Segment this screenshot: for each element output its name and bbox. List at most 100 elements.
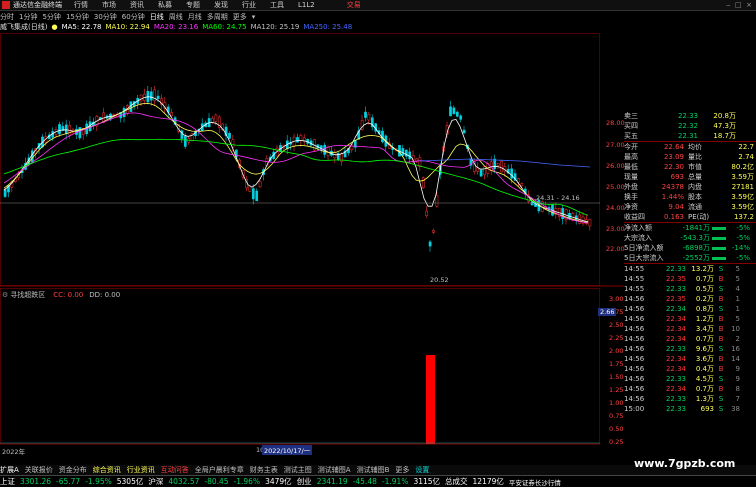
tab-industry-news[interactable]: 行业资讯 <box>127 465 155 475</box>
flow-row: 净流入额 -1841万 -5% <box>624 223 756 233</box>
tab-intraday[interactable]: 分时 <box>0 12 14 22</box>
candle <box>421 177 425 189</box>
stat-label: 现量 <box>624 173 638 181</box>
sh-index-label[interactable]: 上证 <box>0 476 15 487</box>
flow-label: 5日大宗流入 <box>624 254 664 262</box>
menu-item-private[interactable]: 私募 <box>158 0 172 10</box>
menu-item-quotes[interactable]: 行情 <box>74 0 88 10</box>
menu-item-l1l2[interactable]: L1L2 <box>298 1 315 9</box>
tab-fund-distribution[interactable]: 资金分布 <box>59 465 87 475</box>
menu-item-news[interactable]: 资讯 <box>130 0 144 10</box>
date-axis-start: 2022年 <box>2 448 26 456</box>
tick-side: B <box>718 325 724 333</box>
candle <box>415 158 418 162</box>
tab-extend-a[interactable]: 扩展A <box>0 465 19 475</box>
candle <box>258 181 262 187</box>
tab-30min[interactable]: 30分钟 <box>94 12 117 22</box>
menu-item-industry[interactable]: 行业 <box>242 0 256 10</box>
tab-daily[interactable]: 日线 <box>150 12 164 22</box>
ma5-label: MA5: 22.78 <box>61 23 102 31</box>
menu-item-discover[interactable]: 发现 <box>214 0 228 10</box>
candle <box>449 106 452 117</box>
maximize-icon[interactable]: □ <box>735 1 742 9</box>
tick-time: 14:56 <box>624 395 645 403</box>
menu-item-tools[interactable]: 工具 <box>270 0 284 10</box>
news-ticker[interactable]: 平安证券长沙行情 <box>509 477 561 487</box>
date-cursor: 2022/10/17/一 <box>262 445 313 455</box>
tab-monthly[interactable]: 月线 <box>188 12 202 22</box>
tick-price: 22.34 <box>665 355 686 363</box>
stats-table: 今开 22.64 均价 22.7 最高 23.09 量比 2.74 最低 22.30 市值 80.2亿… <box>624 141 756 222</box>
candle <box>251 188 255 200</box>
tab-5min[interactable]: 5分钟 <box>42 12 60 22</box>
tick-volume: 0.2万 <box>695 295 714 303</box>
ma20-label: MA20: 23.16 <box>153 23 199 31</box>
stat-row: 最低 22.30 市值 80.2亿 <box>624 162 756 172</box>
stat-value: 22.30 <box>663 163 684 171</box>
sh-index-pct: -1.95% <box>85 477 112 486</box>
indicator-settings-icon[interactable]: ⚙ <box>2 291 8 299</box>
tab-1min[interactable]: 1分钟 <box>19 12 37 22</box>
tick-row: 14:56 22.34 1.2万 B 5 <box>624 314 756 324</box>
trade-button[interactable]: 交易 <box>347 0 361 10</box>
candle <box>530 201 534 206</box>
tab-60min[interactable]: 60分钟 <box>122 12 145 22</box>
tab-more[interactable]: 更多 <box>395 465 409 475</box>
sz-index-change: -80.45 <box>204 477 229 486</box>
stat-label: 股本 <box>688 193 702 201</box>
chevron-down-icon[interactable]: ▾ <box>252 13 256 21</box>
tab-15min[interactable]: 15分钟 <box>66 12 89 22</box>
minimize-icon[interactable]: ‒ <box>726 1 730 9</box>
tick-price: 22.34 <box>665 305 686 313</box>
stat-label: PE(动) <box>688 213 710 221</box>
tab-special[interactable]: 全局户晨利专章 <box>195 465 244 475</box>
tick-row: 14:56 22.33 1.3万 S 7 <box>624 394 756 404</box>
menu-item-topic[interactable]: 专题 <box>186 0 200 10</box>
candle <box>139 94 143 102</box>
tick-price: 22.33 <box>665 375 686 383</box>
kline-chart[interactable]: 24.31 - 24.16 20.52 <box>0 33 624 465</box>
tick-count: 2 <box>735 335 740 343</box>
cy-index-label[interactable]: 创业 <box>297 476 312 487</box>
price-panel-frame <box>0 33 600 286</box>
ma250-label: MA250: 25.48 <box>303 23 353 31</box>
tick-price: 22.34 <box>665 315 686 323</box>
watermark: www.7gpzb.com <box>634 457 736 470</box>
tab-finance-main[interactable]: 财务主表 <box>250 465 278 475</box>
sz-index-label[interactable]: 沪深 <box>148 476 163 487</box>
tick-time: 14:56 <box>624 325 645 333</box>
menu-item-market[interactable]: 市场 <box>102 0 116 10</box>
tab-general-news[interactable]: 综合资讯 <box>93 465 121 475</box>
indicator-title[interactable]: 寻找超跌区 <box>10 290 45 300</box>
tab-multi-period[interactable]: 多周期 <box>207 12 228 22</box>
tab-qa[interactable]: 互动问答 <box>161 465 189 475</box>
tab-test-sub-a[interactable]: 测试辅图A <box>318 465 351 475</box>
tab-test-main[interactable]: 测试主图 <box>284 465 312 475</box>
candle <box>58 124 61 135</box>
stat-label: 收益四 <box>624 213 645 221</box>
close-icon[interactable]: × <box>746 1 752 9</box>
stat-label: 净资 <box>624 203 638 211</box>
tick-time: 14:56 <box>624 375 645 383</box>
stat-value: 2.74 <box>738 153 754 161</box>
candle <box>3 189 7 197</box>
tab-settings[interactable]: 设置 <box>415 465 429 475</box>
indicator-tick: 3.00 <box>609 295 624 303</box>
tab-more[interactable]: 更多 <box>233 12 247 22</box>
indicator-tick: 2.50 <box>609 321 624 329</box>
stat-row: 今开 22.64 均价 22.7 <box>624 142 756 152</box>
candle <box>401 148 405 156</box>
tab-test-sub-b[interactable]: 测试辅图B <box>357 465 390 475</box>
window-controls: ‒ □ × <box>726 1 752 9</box>
tick-list[interactable]: 14:55 22.33 13.2万 S 5 14:55 22.35 0.7万 B 5 14:55 22… <box>624 263 756 414</box>
tick-price: 22.34 <box>665 335 686 343</box>
tab-weekly[interactable]: 周线 <box>169 12 183 22</box>
tick-count: 1 <box>735 305 740 313</box>
indicator-tick: 1.25 <box>609 386 624 394</box>
ma-lines <box>3 96 591 224</box>
candle <box>462 129 466 134</box>
tick-volume: 3.6万 <box>695 355 714 363</box>
tab-related-quote[interactable]: 关联报价 <box>25 465 53 475</box>
order-row: 卖三 22.33 20.8万 <box>624 112 736 120</box>
candle <box>255 190 259 202</box>
